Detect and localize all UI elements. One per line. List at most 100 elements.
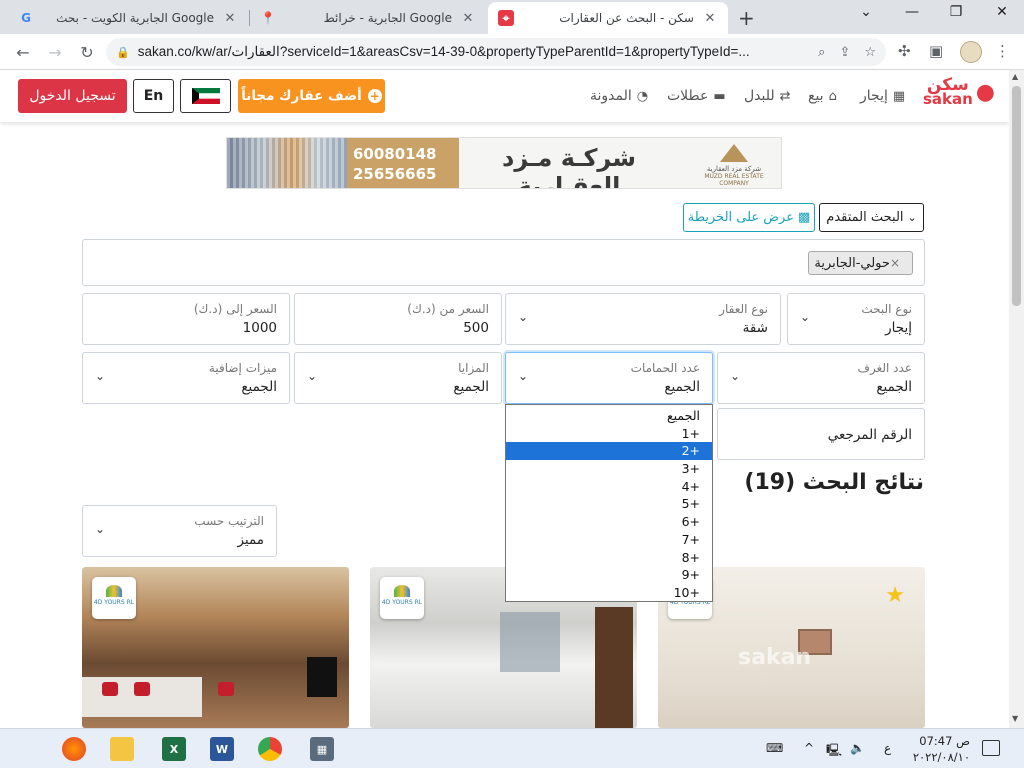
side-panel-icon[interactable]: ▣ [929,42,943,60]
property-type-select[interactable]: نوع العقار شقة ⌄ [505,293,781,345]
scroll-up-icon[interactable]: ▲ [1012,72,1018,81]
windows-start-icon[interactable] [14,739,34,759]
close-tab-icon[interactable]: ✕ [460,11,476,26]
bathrooms-dropdown-list[interactable]: الجميع 1+ 2+ 3+ 4+ 5+ 6+ 7+ 8+ 9+ 10+ [505,404,713,602]
add-property-button[interactable]: أضف عقارك مجاناً + [238,79,385,113]
dropdown-option-highlighted[interactable]: 2+ [506,442,712,461]
back-arrow-icon[interactable]: ← [12,41,34,63]
site-header: سكن sakan ● إيجار ▦ بيع ⌂ للبدل ⇄ عطلات … [0,70,1009,122]
dropdown-option[interactable]: الجميع [506,407,712,425]
network-icon[interactable]: 🖳 [826,741,842,762]
phone-1: 60080148 [353,145,437,163]
chevron-down-icon: ⌄ [95,369,106,383]
address-bar[interactable]: 🔒 sakan.co/kw/ar/العقارات?serviceId=1&ar… [106,38,886,66]
calculator-icon[interactable]: ▦ [310,737,334,761]
close-tab-icon[interactable]: ✕ [222,11,238,26]
kuwait-flag-button[interactable] [180,79,231,113]
restore-icon[interactable]: ❐ [944,4,968,20]
clock-date: ٢٠٢٢/٠٨/١٠ [912,750,970,764]
price-to-input[interactable]: السعر إلى (د.ك) 1000 [82,293,290,345]
area-select[interactable]: حولي-الجابرية × [82,239,925,286]
browser-tab-sakan[interactable]: ⌖ سكن - البحث عن العقارات ✕ [488,2,728,34]
keyboard-icon[interactable]: ⌨ [766,741,783,755]
reference-number-input[interactable]: الرقم المرجعي [717,408,925,460]
bookmark-star-icon[interactable]: ☆ [864,45,876,60]
dropdown-option[interactable]: 3+ [506,460,712,478]
sort-select[interactable]: الترتيب حسب مميز ⌄ [82,505,277,557]
forward-arrow-icon[interactable]: → [44,41,66,63]
bed-icon: ▬ [713,88,726,104]
page-scrollbar[interactable]: ▲ ▼ [1009,70,1024,728]
ad-banner[interactable]: 60080148 25656665 شركـة مـزد العقـارية ش… [226,137,782,189]
browser-tab-google-search[interactable]: G الجابرية الكويت - بحث Google ✕ [8,2,248,34]
language-en-button[interactable]: En [133,79,174,113]
word-icon[interactable]: W [210,737,234,761]
listing-card[interactable]: 4D YOURS RL [82,567,349,728]
dropdown-option[interactable]: 5+ [506,495,712,513]
dropdown-option[interactable]: 1+ [506,425,712,443]
agency-badge: 4D YOURS RL [92,577,136,619]
input-language[interactable]: ع [884,741,891,755]
extra-features-select[interactable]: ميزات إضافية الجميع ⌄ [82,352,290,404]
agency-badge: 4D YOURS RL [380,577,424,619]
dropdown-option[interactable]: 10+ [506,584,712,602]
logo-caption: شركة مزد العقارية [706,165,762,173]
file-explorer-icon[interactable] [110,737,134,761]
profile-avatar[interactable] [960,41,982,63]
nav-label: عطلات [667,88,709,104]
field-value: الجميع [876,379,912,395]
chevron-down-icon: ⌄ [518,369,529,383]
tab-title: الجابرية - خرائط Google [323,11,452,25]
window-close-icon[interactable]: ✕ [990,4,1014,20]
agency-badge-text: 4D YOURS RL [381,599,423,606]
nav-exchange[interactable]: للبدل ⇄ [744,88,791,104]
advanced-search-button[interactable]: البحث المتقدم ⌄ [819,203,924,232]
nav-label: بيع [808,88,824,104]
login-button[interactable]: تسجيل الدخول [18,79,127,113]
field-label: نوع العقار [719,302,768,316]
features-select[interactable]: المزايا الجميع ⌄ [294,352,502,404]
reload-icon[interactable]: ↻ [76,41,98,63]
show-on-map-button[interactable]: عرض على الخريطة ▩ [683,203,815,232]
dropdown-option[interactable]: 6+ [506,513,712,531]
featured-star-icon: ★ [885,583,905,608]
remove-chip-icon[interactable]: × [890,256,900,270]
nav-sale[interactable]: بيع ⌂ [808,88,837,104]
buildings-image [227,138,347,188]
volume-icon[interactable]: 🔈 [850,741,865,755]
dropdown-option[interactable]: 4+ [506,478,712,496]
field-label: السعر من (د.ك) [407,302,489,316]
field-placeholder: الرقم المرجعي [827,427,912,443]
minimize-icon[interactable]: — [900,4,924,20]
extensions-puzzle-icon[interactable]: ✣ [898,42,911,60]
sakan-logo[interactable]: سكن sakan ● [923,77,995,107]
rooms-select[interactable]: عدد الغرف الجميع ⌄ [717,352,925,404]
share-icon[interactable]: ⇪ [839,45,850,60]
tab-search-chevron-icon[interactable]: ⌄ [854,4,878,20]
price-from-input[interactable]: السعر من (د.ك) 500 [294,293,502,345]
chevron-down-icon: ⌄ [730,369,741,383]
dropdown-option[interactable]: 9+ [506,566,712,584]
bathrooms-select[interactable]: عدد الحمامات الجميع ⌄ [505,352,713,404]
scrollbar-thumb[interactable] [1012,86,1021,306]
nav-blog[interactable]: المدونة ◔ [590,88,648,104]
tray-chevron-icon[interactable]: ^ [804,741,814,755]
browser-tab-google-maps[interactable]: 📍 الجابرية - خرائط Google ✕ [250,2,486,34]
taskbar-clock[interactable]: 07:47 ص ٢٠٢٢/٠٨/١٠ [900,733,970,765]
scroll-down-icon[interactable]: ▼ [1012,714,1018,723]
dropdown-option[interactable]: 7+ [506,531,712,549]
field-label: عدد الحمامات [630,361,700,375]
search-zoom-icon[interactable]: ⌕ [818,45,825,60]
firefox-icon[interactable] [62,737,86,761]
chrome-icon[interactable] [258,737,282,761]
nav-rent[interactable]: إيجار ▦ [860,88,905,104]
chrome-menu-icon[interactable]: ⋮ [995,42,1010,60]
nav-holidays[interactable]: عطلات ▬ [667,88,726,104]
search-type-select[interactable]: نوع البحث إيجار ⌄ [787,293,925,345]
dropdown-option[interactable]: 8+ [506,549,712,567]
close-tab-icon[interactable]: ✕ [702,11,718,26]
excel-icon[interactable]: X [162,737,186,761]
new-tab-button[interactable]: + [738,6,755,30]
notification-icon[interactable] [982,740,1000,756]
banner-company-name: شركـة مـزد العقـارية [502,144,636,189]
